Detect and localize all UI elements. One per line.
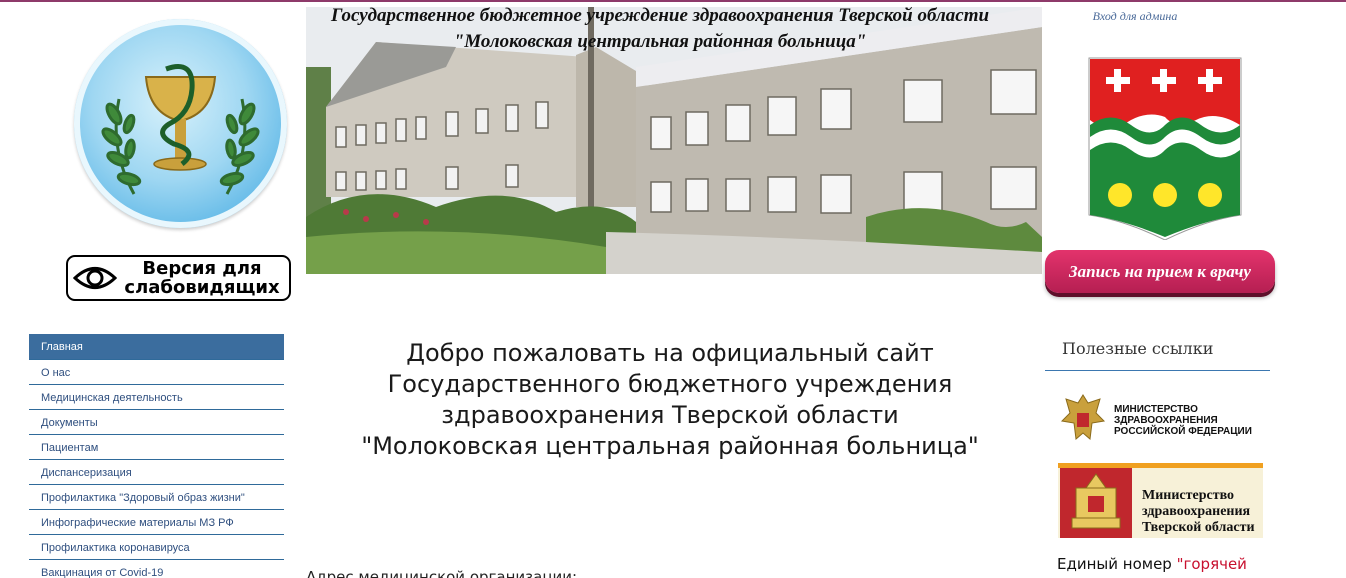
menu-item-medical-activity[interactable]: Медицинская деятельность xyxy=(29,385,284,410)
minzdrav-rf-label: МИНИСТЕРСТВО ЗДРАВООХРАНЕНИЯ РОССИЙСКОЙ … xyxy=(1114,403,1252,437)
address-label: Адрес медицинской организации: xyxy=(306,568,578,578)
menu-item-patients[interactable]: Пациентам xyxy=(29,435,284,460)
doctor-appointment-button[interactable]: Запись на прием к врачу xyxy=(1045,250,1275,293)
eye-icon xyxy=(68,258,122,298)
site-header-title: Государственное бюджетное учреждение здр… xyxy=(280,3,1040,55)
russian-eagle-icon xyxy=(1058,391,1108,450)
menu-item-covid-vaccination[interactable]: Вакцинация от Covid-19 xyxy=(29,560,284,578)
minzdrav-tver-label: Министерство здравоохранения Тверской об… xyxy=(1142,488,1255,536)
useful-links-title: Полезные ссылки xyxy=(1062,339,1214,358)
hotline-red-text: "горячей xyxy=(1176,555,1247,573)
admin-login-link[interactable]: Вход для админа xyxy=(1060,9,1210,24)
medical-emblem-icon xyxy=(74,19,287,228)
menu-item-infographics[interactable]: Инфографические материалы МЗ РФ xyxy=(29,510,284,535)
minzdrav-tver-line: Министерство xyxy=(1142,488,1235,503)
menu-item-dispensary[interactable]: Диспансеризация xyxy=(29,460,284,485)
header-title-line2: "Молоковская центральная районная больни… xyxy=(453,31,867,52)
welcome-line: "Молоковская центральная районная больни… xyxy=(361,432,979,460)
top-accent-line xyxy=(0,0,1346,2)
menu-item-healthy-lifestyle[interactable]: Профилактика "Здоровый образ жизни" xyxy=(29,485,284,510)
welcome-line: Государственного бюджетного учреждения xyxy=(387,370,953,398)
minzdrav-tver-line: здравоохранения xyxy=(1142,504,1251,519)
welcome-line: здравоохранения Тверской области xyxy=(441,401,899,429)
header-title-line1: Государственное бюджетное учреждение здр… xyxy=(330,5,990,26)
minzdrav-tver-link[interactable]: Министерство здравоохранения Тверской об… xyxy=(1058,463,1263,538)
low-vision-label: Версия для слабовидящих xyxy=(124,258,280,298)
menu-item-documents[interactable]: Документы xyxy=(29,410,284,435)
coat-of-arms-icon xyxy=(1086,55,1244,245)
menu-item-home[interactable]: Главная xyxy=(29,334,284,360)
tver-emblem-icon xyxy=(1060,468,1132,538)
sidebar-menu: Главная О нас Медицинская деятельность Д… xyxy=(29,334,284,578)
welcome-line: Добро пожаловать на официальный сайт xyxy=(406,339,934,367)
low-vision-version-button[interactable]: Версия для слабовидящих xyxy=(66,255,291,301)
welcome-heading: Добро пожаловать на официальный сайт Гос… xyxy=(330,338,1010,462)
menu-item-coronavirus-prevention[interactable]: Профилактика коронавируса xyxy=(29,535,284,560)
menu-item-about[interactable]: О нас xyxy=(29,360,284,385)
hotline-prefix: Единый номер xyxy=(1057,555,1177,573)
minzdrav-rf-link[interactable]: МИНИСТЕРСТВО ЗДРАВООХРАНЕНИЯ РОССИЙСКОЙ … xyxy=(1058,392,1268,448)
minzdrav-tver-line: Тверской области xyxy=(1142,520,1255,535)
useful-links-divider xyxy=(1045,370,1270,371)
hotline-text: Единый номер "горячей xyxy=(1057,555,1247,573)
